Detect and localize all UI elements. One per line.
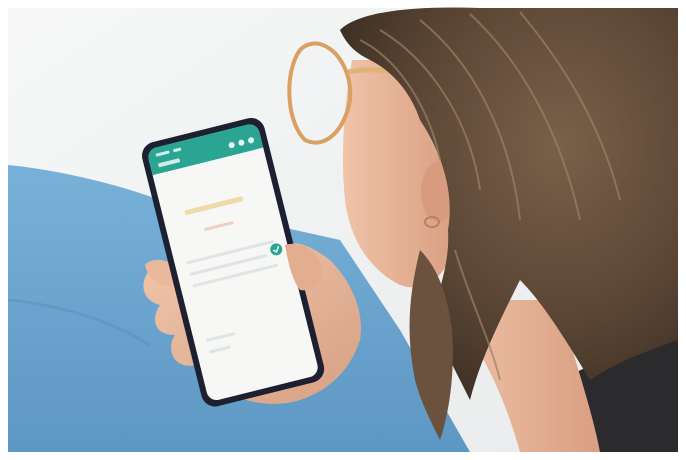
photo-scene (0, 0, 686, 460)
